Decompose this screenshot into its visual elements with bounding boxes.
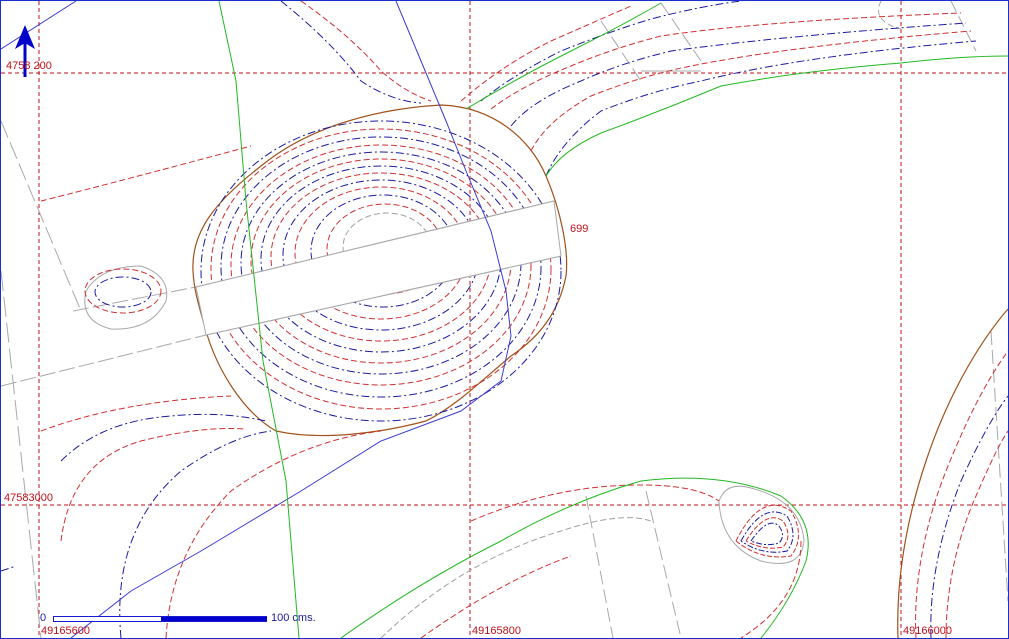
boundary-edge-right xyxy=(897,308,1008,638)
scale-bar xyxy=(53,616,267,622)
contour-right-2 xyxy=(930,395,1008,638)
small-hill-right xyxy=(735,504,799,558)
scale-label: 100 cms. xyxy=(271,612,316,624)
contour-elevation-label: 699 xyxy=(570,223,589,235)
road-lines xyxy=(1,1,1008,638)
contour-right-3 xyxy=(945,430,1008,638)
easting-label-right: 49166000 xyxy=(903,625,952,637)
scale-bar-fill xyxy=(161,617,267,621)
northing-label-mid: 47583000 xyxy=(4,492,53,504)
road-band xyxy=(195,200,562,336)
grid-lines xyxy=(1,1,1008,638)
green-paths xyxy=(218,1,1008,638)
contour-right-1 xyxy=(915,350,1008,638)
map-window[interactable]: 4758 200 47583000 49165600 49165800 4916… xyxy=(0,0,1009,639)
small-hill-left xyxy=(84,268,162,314)
easting-label-left: 49165600 xyxy=(41,625,90,637)
map-canvas[interactable] xyxy=(1,1,1008,638)
easting-label-mid: 49165800 xyxy=(472,625,521,637)
scale-zero-label: 0 xyxy=(40,612,47,624)
valley-contours xyxy=(1,1,977,638)
northing-label-top: 4758 200 xyxy=(6,60,52,72)
